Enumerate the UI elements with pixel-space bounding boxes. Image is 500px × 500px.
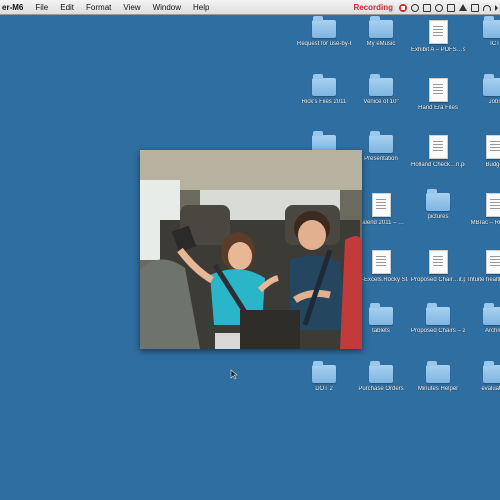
desktop-folder[interactable]: Request for use-by-bea bbox=[297, 16, 351, 48]
stop-recording-icon[interactable] bbox=[399, 3, 407, 12]
menu-file[interactable]: File bbox=[35, 3, 48, 12]
menu-window[interactable]: Window bbox=[153, 3, 181, 12]
document-icon bbox=[485, 193, 500, 217]
desktop-folder[interactable]: pictures bbox=[411, 189, 465, 221]
desktop-item-label: tablets bbox=[372, 328, 390, 334]
status-circle-icon[interactable] bbox=[411, 3, 419, 12]
desktop-folder[interactable]: Jobs bbox=[468, 74, 500, 106]
desktop-file[interactable]: Holland Check…n.pdf bbox=[411, 135, 465, 169]
desktop-item-label: MBrac – Rick Lust bbox=[470, 220, 500, 226]
desktop-item-label: Purchase Orders bbox=[358, 386, 404, 392]
desktop-folder[interactable]: Rick's Files 2011 bbox=[297, 74, 351, 106]
time-machine-icon[interactable] bbox=[435, 3, 443, 12]
desktop-item-label: evaluation bbox=[481, 386, 500, 392]
desktop-item-label: DOT 2 bbox=[315, 386, 333, 392]
document-icon bbox=[485, 135, 500, 159]
desktop-item-label: Intuite health affiliat…Sites bbox=[468, 277, 500, 283]
desktop-file[interactable]: Intuite health affiliat…Sites bbox=[468, 250, 500, 284]
menu-help[interactable]: Help bbox=[193, 3, 209, 12]
menu-format[interactable]: Format bbox=[86, 3, 111, 12]
menu-view[interactable]: View bbox=[123, 3, 140, 12]
folder-icon bbox=[312, 16, 336, 38]
desktop-item-label: Venice of 10" bbox=[363, 99, 399, 105]
document-icon bbox=[428, 135, 448, 159]
desktop-item-label: Request for use-by-bea bbox=[297, 41, 351, 47]
desktop-item-label: Hand Era Files bbox=[418, 105, 458, 111]
display-icon[interactable] bbox=[447, 3, 455, 12]
folder-icon bbox=[369, 361, 393, 383]
app-menu[interactable]: er-M6 bbox=[2, 3, 23, 12]
document-icon bbox=[428, 78, 448, 102]
desktop-folder[interactable]: Archive bbox=[468, 303, 500, 335]
desktop-item-label: Archive bbox=[484, 328, 500, 334]
folder-icon bbox=[483, 303, 500, 325]
desktop-file[interactable]: Budget bbox=[468, 135, 500, 169]
bluetooth-icon[interactable] bbox=[471, 3, 479, 12]
desktop-file[interactable]: MBrac – Rick Lust bbox=[468, 193, 500, 227]
desktop-file[interactable]: Exhibit A – PDFS…ss.pdf bbox=[411, 20, 465, 54]
desktop-item-label: Proposed Chair…it.pdf bbox=[411, 277, 465, 283]
desktop-file[interactable]: SE-Excels.Rocky Staff Ideas bbox=[354, 250, 408, 284]
folder-icon bbox=[483, 16, 500, 38]
document-icon bbox=[428, 250, 448, 274]
photo-preview[interactable] bbox=[140, 150, 362, 349]
desktop-item-label: Presentation bbox=[364, 156, 398, 162]
document-icon bbox=[371, 250, 391, 274]
desktop-item-label: My eMusic bbox=[366, 41, 396, 47]
folder-icon bbox=[369, 131, 393, 153]
desktop-item-label: Rick's Files 2011 bbox=[301, 99, 347, 105]
desktop-item-label: Jobs bbox=[488, 99, 500, 105]
desktop: er-M6 File Edit Format View Window Help … bbox=[0, 0, 500, 500]
document-icon bbox=[428, 20, 448, 44]
folder-icon bbox=[426, 189, 450, 211]
desktop-item-label: Holland Check…n.pdf bbox=[411, 162, 465, 168]
menu-edit[interactable]: Edit bbox=[60, 3, 74, 12]
folder-icon bbox=[369, 16, 393, 38]
desktop-file[interactable]: Calend 2011 – … bbox=[354, 193, 408, 227]
desktop-item-label: Minutes Helper bbox=[417, 386, 459, 392]
desktop-folder[interactable]: My eMusic bbox=[354, 16, 408, 48]
desktop-item-label: Calend 2011 – … bbox=[357, 220, 405, 226]
desktop-folder[interactable]: Minutes Helper bbox=[411, 361, 465, 393]
volume-icon[interactable] bbox=[495, 4, 498, 11]
window-icon[interactable] bbox=[423, 3, 431, 12]
desktop-folder[interactable]: Purchase Orders bbox=[354, 361, 408, 393]
folder-icon bbox=[312, 74, 336, 96]
folder-icon bbox=[369, 303, 393, 325]
desktop-folder[interactable]: tablets bbox=[354, 303, 408, 335]
desktop-item-label: Exhibit A – PDFS…ss.pdf bbox=[411, 47, 465, 53]
desktop-folder[interactable]: evaluation bbox=[468, 361, 500, 393]
desktop-item-label: pictures bbox=[427, 214, 449, 220]
desktop-item-label: Proposed Chairs – 2012 bbox=[411, 328, 465, 334]
eject-icon[interactable] bbox=[459, 4, 467, 11]
desktop-folder[interactable]: ICT bbox=[468, 16, 500, 48]
wifi-icon[interactable] bbox=[483, 4, 491, 11]
folder-icon bbox=[312, 361, 336, 383]
desktop-item-label: SE-Excels.Rocky Staff Ideas bbox=[354, 277, 408, 283]
menu-bar: er-M6 File Edit Format View Window Help … bbox=[0, 0, 500, 15]
desktop-item-label: ICT bbox=[490, 41, 500, 47]
folder-icon bbox=[369, 74, 393, 96]
document-icon bbox=[485, 250, 500, 274]
folder-icon bbox=[483, 361, 500, 383]
folder-icon bbox=[426, 361, 450, 383]
folder-icon bbox=[426, 303, 450, 325]
desktop-file[interactable]: Hand Era Files bbox=[411, 78, 465, 112]
desktop-folder[interactable]: DOT 2 bbox=[297, 361, 351, 393]
mouse-cursor-icon bbox=[230, 369, 238, 379]
folder-icon bbox=[483, 74, 500, 96]
document-icon bbox=[371, 193, 391, 217]
desktop-item-label: Budget bbox=[485, 162, 500, 168]
recording-status[interactable]: Recording bbox=[353, 3, 393, 12]
desktop-folder[interactable]: Presentation bbox=[354, 131, 408, 163]
desktop-folder[interactable]: Proposed Chairs – 2012 bbox=[411, 303, 465, 335]
desktop-file[interactable]: Proposed Chair…it.pdf bbox=[411, 250, 465, 284]
status-area: Recording bbox=[353, 0, 498, 15]
desktop-folder[interactable]: Venice of 10" bbox=[354, 74, 408, 106]
